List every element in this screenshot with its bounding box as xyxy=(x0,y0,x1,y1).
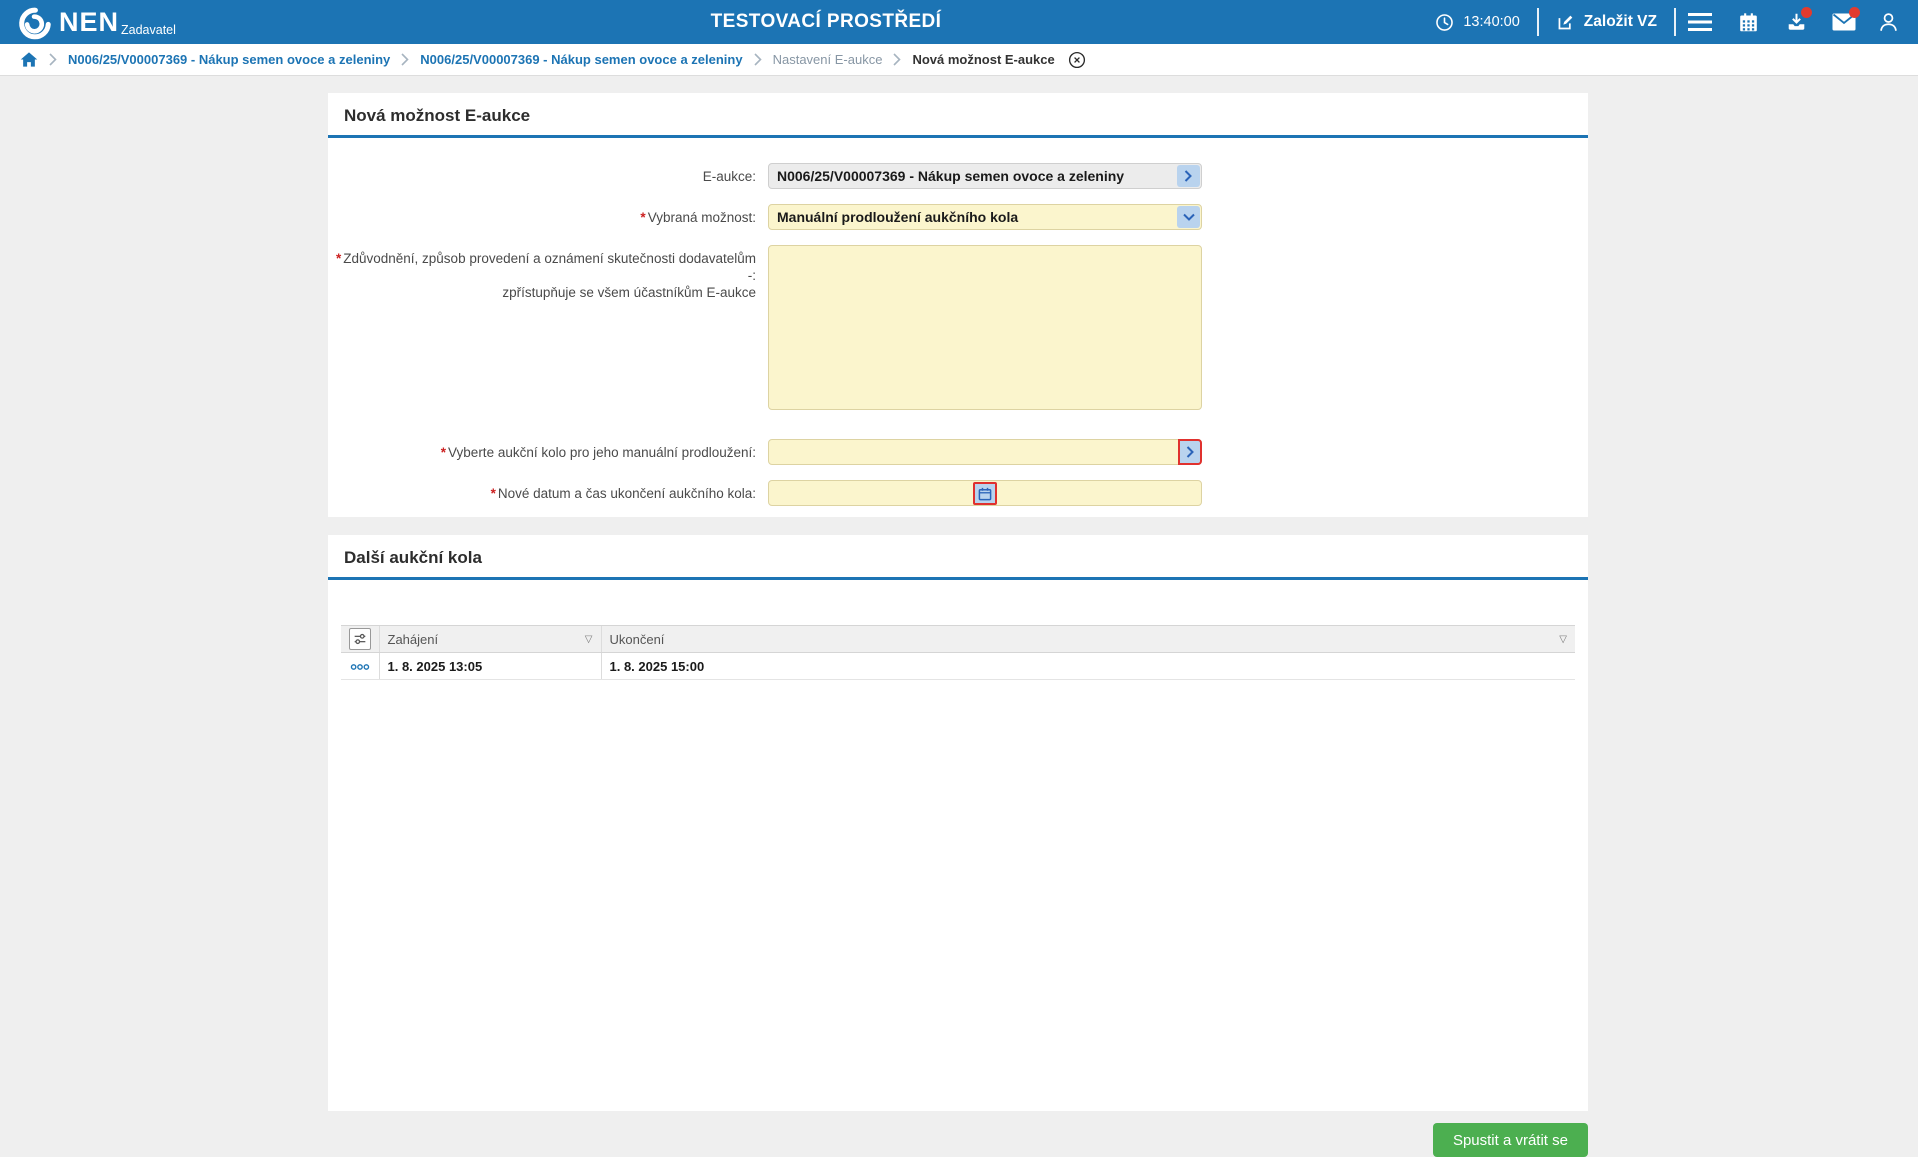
header-actions: 13:40:00 Založit VZ xyxy=(1418,0,1908,44)
justification-label: * Zdůvodnění, způsob provedení a oznámení… xyxy=(335,251,756,300)
section-title-rule xyxy=(328,577,1588,580)
datetime-calendar-button[interactable] xyxy=(973,482,997,505)
breadcrumb-chevron-icon xyxy=(754,53,762,66)
sort-icon[interactable]: ▽ xyxy=(1559,634,1567,645)
calendar-button[interactable] xyxy=(1724,0,1772,44)
eaukce-open-button[interactable] xyxy=(1177,165,1200,187)
app-header: NEN Zadavatel TESTOVACÍ PROSTŘEDÍ 13:40:… xyxy=(0,0,1918,44)
section-dalsi-kola: Další aukční kola Zahájení ▽ Ukončení ▽ … xyxy=(328,535,1588,1111)
user-icon xyxy=(1879,13,1897,31)
breadcrumb: N006/25/V00007369 - Nákup semen ovoce a … xyxy=(0,44,1918,76)
breadcrumb-item-current: Nová možnost E-aukce xyxy=(912,52,1055,67)
breadcrumb-item-nastaveni[interactable]: Nastavení E-aukce xyxy=(773,52,883,67)
submit-button[interactable]: Spustit a vrátit se xyxy=(1432,1123,1588,1157)
close-circle-icon xyxy=(1068,51,1085,68)
form-row-datetime: * Nové datum a čas ukončení aukčního kola… xyxy=(328,480,1588,506)
breadcrumb-chevron-icon xyxy=(401,53,409,66)
chevron-right-icon xyxy=(1186,446,1194,458)
edit-icon xyxy=(1558,15,1573,29)
column-header-zahajeni[interactable]: Zahájení ▽ xyxy=(378,625,601,653)
header-time: 13:40:00 xyxy=(1463,14,1520,30)
required-mark: * xyxy=(490,486,496,501)
form-row-round: * Vyberte aukční kolo pro jeho manuální p… xyxy=(328,439,1588,465)
cell-ukonceni: 1. 8. 2025 15:00 xyxy=(600,652,1575,680)
menu-button[interactable] xyxy=(1676,0,1724,44)
breadcrumb-item-vz-2[interactable]: N006/25/V00007369 - Nákup semen ovoce a … xyxy=(420,52,742,67)
section-title: Další aukční kola xyxy=(344,548,482,567)
required-mark: * xyxy=(335,251,342,266)
breadcrumb-chevron-icon xyxy=(893,53,902,66)
create-vz-label: Založit VZ xyxy=(1583,13,1657,30)
column-header-ukonceni[interactable]: Ukončení ▽ xyxy=(600,625,1575,653)
form-row-option: * Vybraná možnost: xyxy=(328,204,1588,230)
breadcrumb-close-button[interactable] xyxy=(1068,51,1086,69)
cell-zahajeni: 1. 8. 2025 13:05 xyxy=(378,652,601,680)
chevron-right-icon xyxy=(1184,170,1192,182)
rounds-table-wrap: Zahájení ▽ Ukončení ▽ 1. 8. 2025 13:05 1… xyxy=(341,625,1575,680)
round-label: * Vyberte aukční kolo pro jeho manuální p… xyxy=(440,445,756,460)
table-settings-button[interactable] xyxy=(349,628,371,650)
sort-icon[interactable]: ▽ xyxy=(585,634,593,645)
form-row-eaukce: E-aukce: xyxy=(328,163,1588,189)
option-label: * Vybraná možnost: xyxy=(640,210,756,225)
environment-title: TESTOVACÍ PROSTŘEDÍ xyxy=(710,11,942,32)
section-nova-moznost: Nová možnost E-aukce E-aukce: *Vybraná m… xyxy=(328,93,1588,517)
breadcrumb-item-vz-1[interactable]: N006/25/V00007369 - Nákup semen ovoce a … xyxy=(68,52,390,67)
brand-name: NEN xyxy=(59,7,120,37)
breadcrumb-chevron-icon xyxy=(49,53,57,66)
option-select[interactable] xyxy=(768,204,1202,230)
eaukce-field[interactable] xyxy=(768,163,1202,189)
messages-button[interactable] xyxy=(1820,0,1868,44)
session-time: 13:40:00 xyxy=(1418,0,1536,44)
round-input[interactable] xyxy=(768,439,1202,465)
round-picker-button[interactable] xyxy=(1178,439,1202,465)
chevron-down-icon xyxy=(1182,213,1195,221)
sliders-icon xyxy=(354,633,366,645)
justification-textarea[interactable] xyxy=(768,245,1202,410)
home-button[interactable] xyxy=(20,51,38,68)
notification-dot xyxy=(1849,7,1860,18)
eaukce-label: E-aukce: xyxy=(702,169,756,184)
downloads-button[interactable] xyxy=(1772,0,1820,44)
section-title: Nová možnost E-aukce xyxy=(344,106,531,125)
form-row-justification: * Zdůvodnění, způsob provedení a oznámení… xyxy=(328,245,1588,415)
hamburger-icon xyxy=(1688,13,1712,31)
required-mark: * xyxy=(440,445,447,460)
nen-logo[interactable]: NEN Zadavatel xyxy=(18,2,176,42)
home-icon xyxy=(20,52,38,67)
create-vz-button[interactable]: Založit VZ xyxy=(1539,0,1674,44)
datetime-label: * Nové datum a čas ukončení aukčního kola… xyxy=(490,486,756,501)
eaukce-form: E-aukce: *Vybraná možnost: xyxy=(328,138,1588,517)
rounds-table: Zahájení ▽ Ukončení ▽ 1. 8. 2025 13:05 1… xyxy=(341,625,1575,680)
calendar-icon xyxy=(1739,12,1757,31)
brand-subtitle: Zadavatel xyxy=(121,23,176,37)
clock-icon xyxy=(1436,13,1454,31)
notification-dot xyxy=(1801,7,1812,18)
row-actions-button[interactable] xyxy=(350,663,370,671)
calendar-small-icon xyxy=(978,487,992,500)
footer-actions: Spustit a vrátit se xyxy=(328,1123,1588,1157)
required-mark: * xyxy=(640,210,646,225)
nen-swirl-icon xyxy=(19,7,51,40)
table-header-row: Zahájení ▽ Ukončení ▽ xyxy=(341,625,1575,653)
profile-button[interactable] xyxy=(1868,0,1908,44)
main-content: Nová možnost E-aukce E-aukce: *Vybraná m… xyxy=(0,76,1918,1157)
table-row[interactable]: 1. 8. 2025 13:05 1. 8. 2025 15:00 xyxy=(341,652,1575,680)
ellipsis-dots-icon xyxy=(350,663,369,670)
option-dropdown-button[interactable] xyxy=(1177,206,1200,228)
